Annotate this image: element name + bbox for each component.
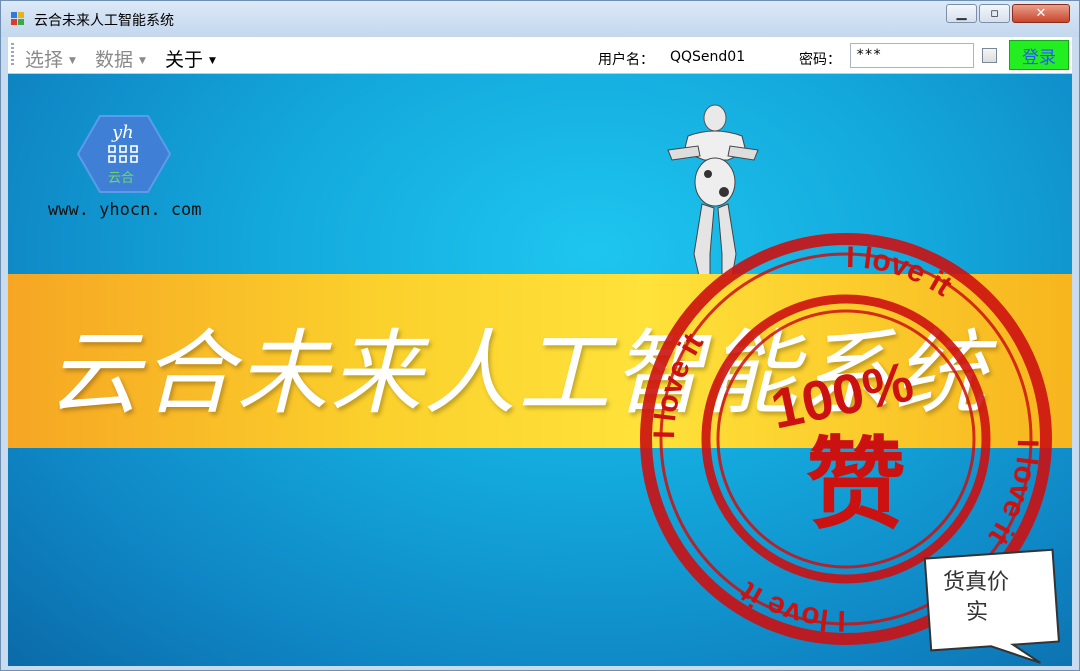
bubble-line-1: 货真价: [943, 570, 1010, 595]
menu-bar: 选择 ▼ 数据 ▼ 关于 ▼ 用户名： QQSend01 密码： *** 登录: [8, 37, 1072, 74]
stamp-percent: 100%: [765, 349, 918, 440]
speech-bubble-icon: [923, 548, 1060, 664]
app-window: 云合未来人工智能系统 ▁ ▫ ✕ 选择 ▼ 数据 ▼ 关于 ▼ 用户名： QQSend…: [0, 0, 1080, 671]
close-button[interactable]: ✕: [1012, 4, 1070, 23]
stamp-ring-text: I love it: [648, 328, 710, 440]
website-url: www. yhocn. com: [48, 200, 202, 220]
remember-checkbox[interactable]: [982, 48, 997, 63]
stamp-ring-text-2: I love it: [846, 241, 958, 303]
menu-data[interactable]: 数据 ▼: [95, 45, 146, 72]
maximize-button[interactable]: ▫: [979, 4, 1010, 23]
chevron-down-icon: ▼: [139, 55, 146, 66]
chevron-down-icon: ▼: [69, 55, 76, 66]
menu-about-label: 关于: [165, 49, 204, 71]
banner-canvas: yh 云合 www. yhocn. com 云合未来人工智能系统 I love …: [8, 74, 1072, 666]
yh-logo-icon: yh 云合: [76, 115, 172, 193]
app-icon: [11, 12, 25, 26]
window-title: 云合未来人工智能系统: [34, 13, 174, 29]
toolbar-grip[interactable]: [11, 43, 14, 67]
bubble-line-2: 实: [966, 600, 989, 625]
menu-select[interactable]: 选择 ▼: [25, 45, 76, 72]
menu-about[interactable]: 关于 ▼: [165, 45, 216, 72]
minimize-button[interactable]: ▁: [946, 4, 977, 23]
password-label: 密码：: [799, 52, 841, 68]
stamp-ring-text-4: I love it: [735, 575, 847, 637]
title-bar[interactable]: 云合未来人工智能系统 ▁ ▫ ✕: [1, 1, 1079, 37]
username-label: 用户名：: [598, 52, 654, 68]
logo-letters: yh: [111, 122, 134, 143]
username-value: QQSend01: [670, 49, 746, 65]
password-field[interactable]: ***: [850, 43, 974, 68]
login-button[interactable]: 登录: [1009, 40, 1069, 70]
logo-sub: 云合: [108, 171, 134, 186]
stamp-word: 赞: [806, 429, 906, 541]
menu-data-label: 数据: [95, 49, 134, 71]
stamp-ring-text-3: I love it: [982, 439, 1044, 551]
menu-select-label: 选择: [25, 49, 64, 71]
chevron-down-icon: ▼: [209, 55, 216, 66]
